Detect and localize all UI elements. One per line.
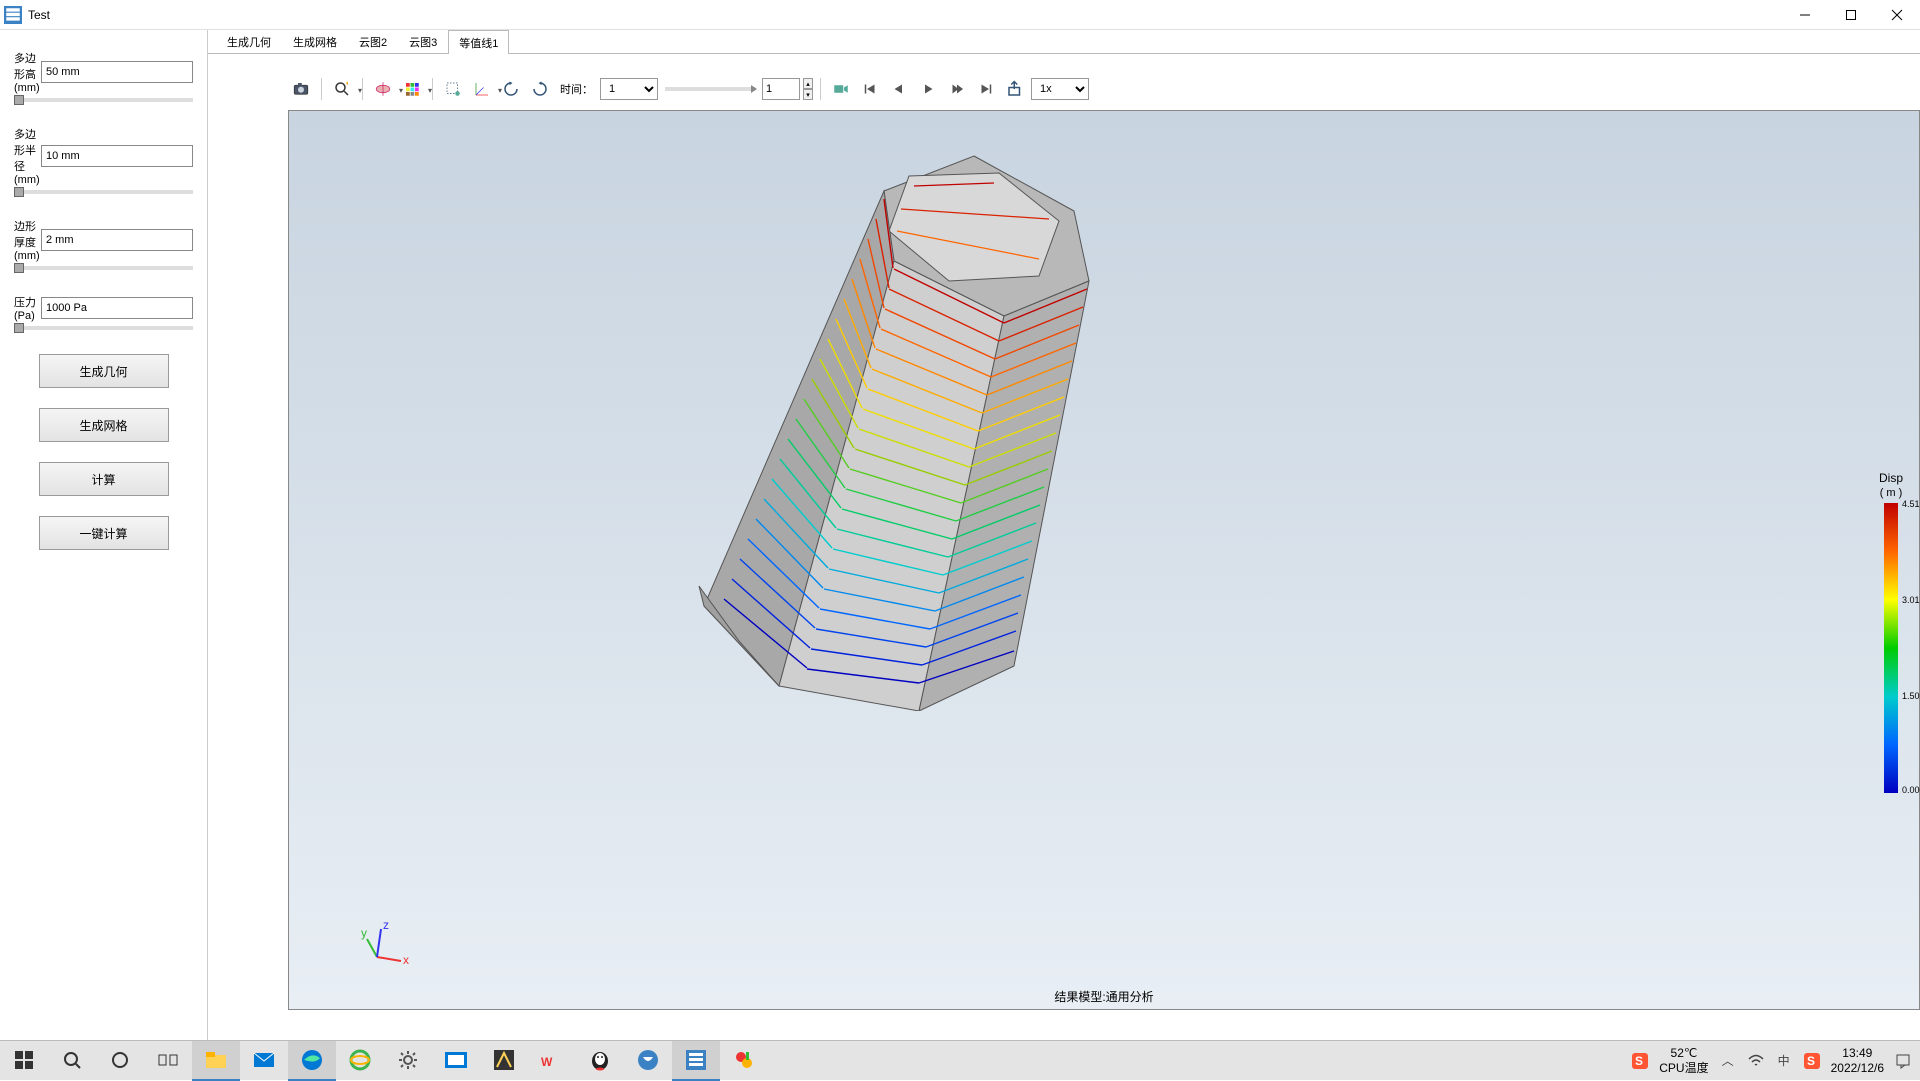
close-button[interactable] [1874, 0, 1920, 30]
polygon-height-input[interactable] [41, 61, 193, 83]
svg-text:S: S [1635, 1054, 1643, 1068]
tray-sogou-icon[interactable]: S [1631, 1052, 1649, 1070]
time-label: 时间： [560, 81, 593, 97]
step-forward-icon[interactable] [944, 76, 970, 102]
speed-select[interactable]: 1x [1031, 78, 1089, 100]
app-icon-1[interactable] [432, 1041, 480, 1081]
one-click-compute-button[interactable]: 一键计算 [39, 516, 169, 550]
svg-text:y: y [361, 926, 367, 940]
wifi-icon[interactable] [1747, 1052, 1765, 1070]
export-icon[interactable] [1002, 76, 1028, 102]
color-legend: Disp ( m ) 4.519e-10 3.013e-10 1.506e-10… [1879, 471, 1903, 793]
svg-text:W: W [541, 1055, 553, 1069]
axis-toggle-icon[interactable]: ▾ [469, 76, 495, 102]
action-center-icon[interactable] [1894, 1052, 1912, 1070]
field-label: 压力 (Pa) [14, 294, 41, 322]
skip-end-icon[interactable] [973, 76, 999, 102]
polygon-radius-input[interactable] [41, 145, 193, 167]
time-select[interactable]: 1 [600, 78, 658, 100]
clock[interactable]: 13:49 2022/12/6 [1831, 1046, 1884, 1075]
compute-button[interactable]: 计算 [39, 462, 169, 496]
tab-mesh[interactable]: 生成网格 [282, 29, 348, 53]
rotate-cw-icon[interactable] [527, 76, 553, 102]
minimize-button[interactable] [1782, 0, 1828, 30]
svg-text:x: x [403, 953, 409, 967]
legend-title: Disp [1879, 471, 1903, 485]
temperature-widget[interactable]: 52℃ CPU温度 [1659, 1046, 1708, 1075]
svg-text:S: S [1807, 1054, 1815, 1068]
field-label: 多边形半径 (mm) [14, 126, 41, 186]
settings-icon[interactable] [384, 1041, 432, 1081]
app-icon [4, 6, 22, 24]
pressure-slider[interactable] [14, 326, 193, 330]
start-button[interactable] [0, 1041, 48, 1081]
skip-start-icon[interactable] [857, 76, 883, 102]
axis-triad-icon: x y z [359, 919, 409, 969]
record-icon[interactable] [828, 76, 854, 102]
tray-sogou-icon-2[interactable]: S [1803, 1052, 1821, 1070]
legend-tick: 1.506e-10 [1902, 691, 1920, 701]
app-icon-5[interactable] [720, 1041, 768, 1081]
step-back-icon[interactable] [886, 76, 912, 102]
viewport-3d[interactable]: x y z Disp ( m ) 4.519e-10 3.013e-10 1.5… [288, 110, 1920, 1010]
thickness-slider[interactable] [14, 266, 193, 270]
maximize-button[interactable] [1828, 0, 1874, 30]
app-icon-2[interactable] [480, 1041, 528, 1081]
polygon-radius-slider[interactable] [14, 190, 193, 194]
wps-icon[interactable]: W [528, 1041, 576, 1081]
legend-tick: 0.000e+00 [1902, 785, 1920, 795]
zoom-icon[interactable]: ▾ [329, 76, 355, 102]
file-explorer-icon[interactable] [192, 1041, 240, 1081]
app-icon-4[interactable] [672, 1041, 720, 1081]
edge-icon[interactable] [288, 1041, 336, 1081]
frame-spinner[interactable] [762, 78, 800, 100]
camera-icon[interactable] [288, 76, 314, 102]
spinner-down[interactable]: ▾ [803, 89, 813, 100]
tab-strip: 生成几何 生成网格 云图2 云图3 等值线1 [208, 30, 1920, 54]
mail-icon[interactable] [240, 1041, 288, 1081]
tab-contour2[interactable]: 云图2 [348, 29, 398, 53]
field-label: 多边形高(mm) [14, 50, 41, 94]
taskview-icon[interactable] [144, 1041, 192, 1081]
generate-mesh-button[interactable]: 生成网格 [39, 408, 169, 442]
tab-geometry[interactable]: 生成几何 [216, 29, 282, 53]
pressure-input[interactable] [41, 297, 193, 319]
legend-tick: 3.013e-10 [1902, 595, 1920, 605]
search-icon[interactable] [48, 1041, 96, 1081]
window-title: Test [28, 8, 1782, 22]
qq-icon[interactable] [576, 1041, 624, 1081]
status-label: 结果模型:通用分析 [1054, 988, 1153, 1005]
thickness-input[interactable] [41, 229, 193, 251]
parameter-sidebar: 多边形高(mm) 多边形半径 (mm) 边形厚度 (mm) 压力 (Pa) 生成… [0, 30, 208, 1040]
ie-icon[interactable] [336, 1041, 384, 1081]
ime-icon[interactable]: 中 [1775, 1052, 1793, 1070]
model-3d [679, 141, 1099, 711]
field-label: 边形厚度 (mm) [14, 218, 41, 262]
plane-icon[interactable]: ▾ [370, 76, 396, 102]
tray-overflow-icon[interactable]: ︿ [1719, 1052, 1737, 1070]
generate-geometry-button[interactable]: 生成几何 [39, 354, 169, 388]
taskbar: W S 52℃ CPU温度 ︿ 中 S 13:49 2022/12/6 [0, 1040, 1920, 1080]
play-icon[interactable] [915, 76, 941, 102]
rotate-ccw-icon[interactable] [498, 76, 524, 102]
viewer-toolbar: ▾ ▾ ▾ ▾ 时间： 1 ▴▾ [288, 74, 1920, 104]
selection-icon[interactable] [440, 76, 466, 102]
tab-contour3[interactable]: 云图3 [398, 29, 448, 53]
legend-unit: ( m ) [1879, 487, 1903, 499]
spinner-up[interactable]: ▴ [803, 78, 813, 89]
svg-text:z: z [383, 919, 389, 932]
colormap-icon[interactable]: ▾ [399, 76, 425, 102]
tab-isoline1[interactable]: 等值线1 [448, 30, 509, 54]
cortana-icon[interactable] [96, 1041, 144, 1081]
time-slider[interactable] [665, 87, 755, 91]
legend-tick: 4.519e-10 [1902, 499, 1920, 509]
titlebar: Test [0, 0, 1920, 30]
polygon-height-slider[interactable] [14, 98, 193, 102]
app-icon-3[interactable] [624, 1041, 672, 1081]
